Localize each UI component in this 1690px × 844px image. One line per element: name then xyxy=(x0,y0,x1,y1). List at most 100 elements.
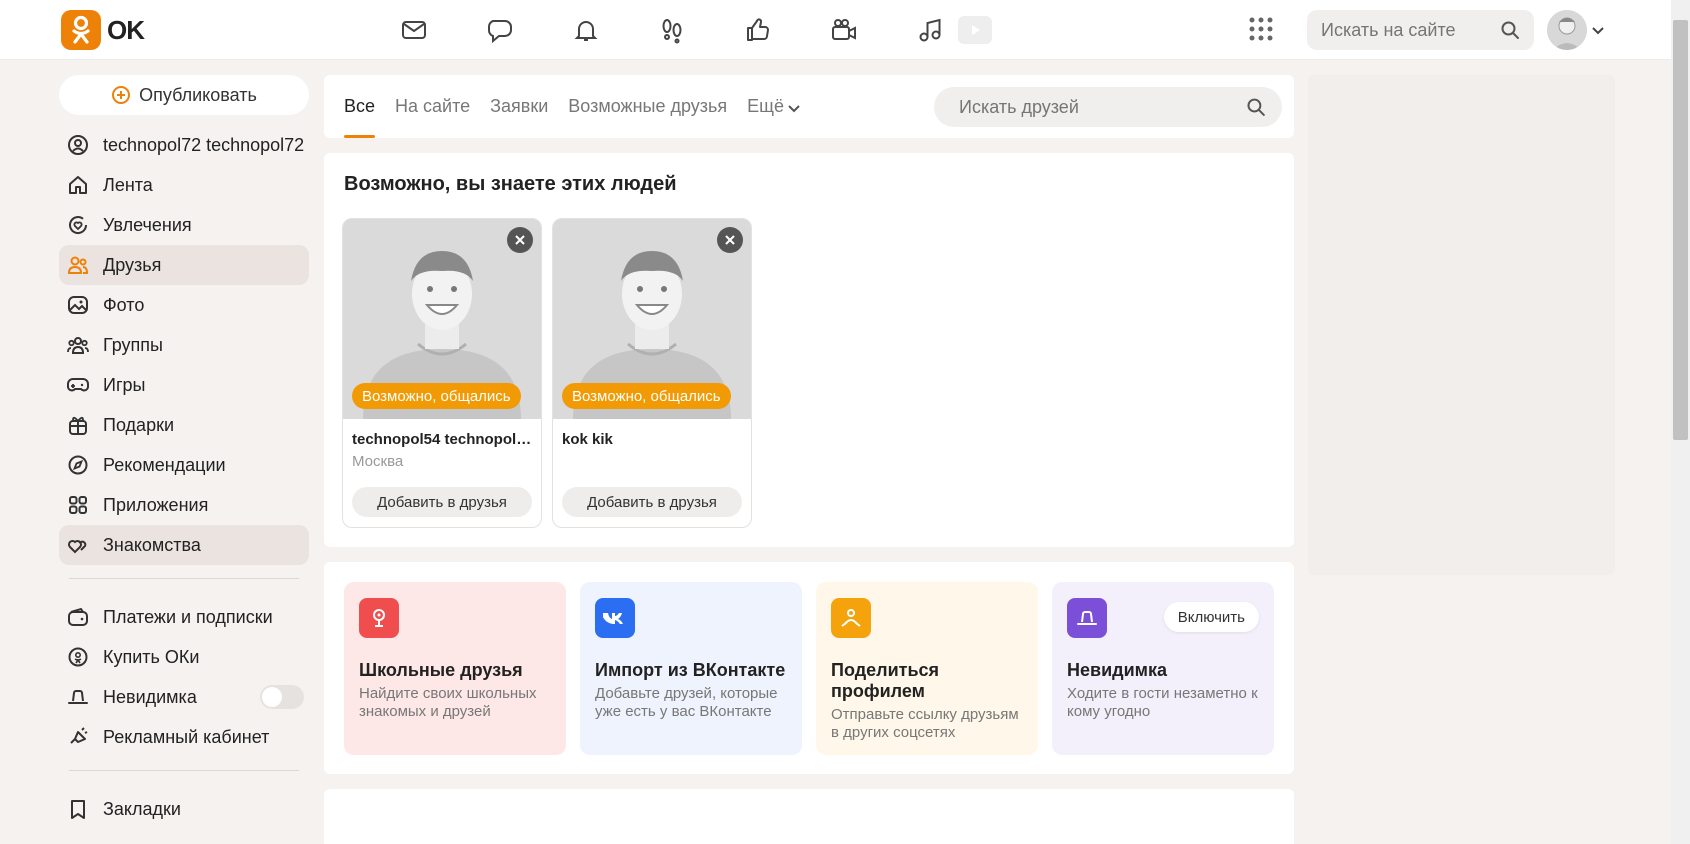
coin-icon xyxy=(68,647,88,667)
card-photo[interactable]: Возможно, общались xyxy=(343,219,541,419)
sidebar-item-label: Знакомства xyxy=(103,534,201,555)
tab-online[interactable]: На сайте xyxy=(395,75,470,138)
suggestion-card[interactable]: Возможно, общались kok kik Добавить в др… xyxy=(552,218,752,528)
video-icon[interactable] xyxy=(810,10,878,50)
sidebar-item-label: Увлечения xyxy=(103,214,192,235)
gift-icon xyxy=(69,416,87,435)
sidebar-item-buy-oks[interactable]: Купить ОКи xyxy=(59,637,309,677)
sidebar-item-label: Рекламный кабинет xyxy=(103,726,270,747)
sidebar-item-apps[interactable]: Приложения xyxy=(59,485,309,525)
compass-icon xyxy=(68,455,88,475)
hat-icon xyxy=(68,690,88,704)
messages-icon[interactable] xyxy=(380,10,448,50)
user-icon xyxy=(68,135,88,155)
sidebar-item-gifts[interactable]: Подарки xyxy=(59,405,309,445)
friends-icon xyxy=(67,256,89,274)
publish-label: Опубликовать xyxy=(139,84,257,105)
tab-requests[interactable]: Заявки xyxy=(490,75,548,138)
sidebar-item-groups[interactable]: Группы xyxy=(59,325,309,365)
search-icon[interactable] xyxy=(1246,97,1266,117)
add-friend-button[interactable]: Добавить в друзья xyxy=(352,487,532,517)
sidebar-item-label: Подарки xyxy=(103,414,175,435)
feature-title: Импорт из ВКонтакте xyxy=(595,660,786,680)
site-search[interactable] xyxy=(1307,10,1534,50)
sidebar-item-photo[interactable]: Фото xyxy=(59,285,309,325)
feature-vk-import[interactable]: Импорт из ВКонтакте Добавьте друзей, кот… xyxy=(580,582,802,755)
sidebar-item-hobbies[interactable]: Увлечения xyxy=(59,205,309,245)
megaphone-icon xyxy=(70,727,88,744)
feature-invisible[interactable]: Включить Невидимка Ходите в гости незаме… xyxy=(1052,582,1274,755)
logo-text: OK xyxy=(107,14,145,45)
sidebar-item-label: Фото xyxy=(103,294,145,315)
tab-more[interactable]: Ещё xyxy=(747,75,801,138)
tab-label: Все xyxy=(344,96,376,116)
feature-school-friends[interactable]: Школьные друзья Найдите своих школьных з… xyxy=(344,582,566,755)
search-icon[interactable] xyxy=(1500,20,1520,40)
gamepad-icon xyxy=(67,378,89,392)
ok-logo[interactable]: OK xyxy=(61,10,145,50)
school-icon xyxy=(359,598,399,638)
tab-all[interactable]: Все xyxy=(344,75,376,138)
notifications-icon[interactable] xyxy=(552,10,620,50)
right-ad-placeholder xyxy=(1308,75,1615,575)
card-name[interactable]: kok kik xyxy=(562,431,742,448)
sidebar-item-ads-cabinet[interactable]: Рекламный кабинет xyxy=(59,717,309,757)
sidebar-item-profile[interactable]: technopol72 technopol72 xyxy=(59,125,309,165)
site-search-input[interactable] xyxy=(1321,19,1491,41)
close-icon[interactable] xyxy=(717,227,743,253)
suggestion-card[interactable]: Возможно, общались technopol54 technopol… xyxy=(342,218,542,528)
sidebar-item-invisible[interactable]: Невидимка xyxy=(59,677,309,717)
feature-desc: Отправьте ссылку друзьям в других соцсет… xyxy=(831,706,1019,741)
vk-video-icon[interactable] xyxy=(958,16,992,44)
sidebar-item-label: Невидимка xyxy=(103,686,197,707)
status-badge: Возможно, общались xyxy=(352,383,521,409)
sidebar-item-label: Рекомендации xyxy=(103,454,226,475)
ok-logo-icon xyxy=(61,10,101,50)
friends-tabs-panel: Все На сайте Заявки Возможные друзья Ещё xyxy=(324,75,1294,138)
card-name[interactable]: technopol54 technopol54 xyxy=(352,431,532,448)
tab-label: На сайте xyxy=(395,96,471,116)
close-icon[interactable] xyxy=(507,227,533,253)
sidebar-item-dating[interactable]: Знакомства xyxy=(59,525,309,565)
guests-icon[interactable] xyxy=(638,10,706,50)
music-icon[interactable] xyxy=(896,10,964,50)
sidebar-item-games[interactable]: Игры xyxy=(59,365,309,405)
sidebar-item-label: Закладки xyxy=(103,798,181,819)
friends-search-input[interactable] xyxy=(959,96,1247,118)
home-icon xyxy=(69,176,87,194)
left-sidebar: Опубликовать technopol72 technopol72 Лен… xyxy=(59,75,309,829)
suggestions-title: Возможно, вы знаете этих людей xyxy=(344,173,677,195)
sidebar-item-label: technopol72 technopol72 xyxy=(103,134,305,155)
enable-invisible-button[interactable]: Включить xyxy=(1163,602,1259,632)
feature-title: Невидимка xyxy=(1067,660,1167,680)
feature-share-profile[interactable]: Поделиться профилем Отправьте ссылку дру… xyxy=(816,582,1038,755)
sidebar-item-label: Купить ОКи xyxy=(103,646,200,667)
tab-possible-friends[interactable]: Возможные друзья xyxy=(568,75,727,138)
scrollbar-thumb[interactable] xyxy=(1673,20,1688,440)
top-bar: OK xyxy=(0,0,1671,60)
hobby-icon xyxy=(69,216,88,234)
sidebar-item-label: Игры xyxy=(103,374,146,395)
card-city xyxy=(562,453,751,471)
user-menu[interactable] xyxy=(1547,10,1605,50)
suggestions-panel: Возможно, вы знаете этих людей Возможно,… xyxy=(324,153,1294,547)
friends-search[interactable] xyxy=(934,87,1282,127)
sidebar-item-recommendations[interactable]: Рекомендации xyxy=(59,445,309,485)
sidebar-item-friends[interactable]: Друзья xyxy=(59,245,309,285)
discussions-icon[interactable] xyxy=(466,10,534,50)
friends-tabs: Все На сайте Заявки Возможные друзья Ещё xyxy=(344,75,801,138)
sidebar-item-feed[interactable]: Лента xyxy=(59,165,309,205)
hearts-icon xyxy=(67,539,87,554)
feature-title: Школьные друзья xyxy=(359,660,523,680)
card-photo[interactable]: Возможно, общались xyxy=(553,219,751,419)
add-friend-button[interactable]: Добавить в друзья xyxy=(562,487,742,517)
events-like-icon[interactable] xyxy=(724,10,792,50)
avatar[interactable] xyxy=(1547,10,1587,50)
tab-label: Заявки xyxy=(490,96,549,116)
sidebar-item-bookmarks[interactable]: Закладки xyxy=(59,789,309,829)
publish-button[interactable]: Опубликовать xyxy=(59,75,309,115)
sidebar-item-payments[interactable]: Платежи и подписки xyxy=(59,597,309,637)
invisible-toggle[interactable] xyxy=(260,685,304,709)
services-grid-icon[interactable] xyxy=(1248,16,1274,47)
features-panel: Школьные друзья Найдите своих школьных з… xyxy=(324,562,1294,774)
